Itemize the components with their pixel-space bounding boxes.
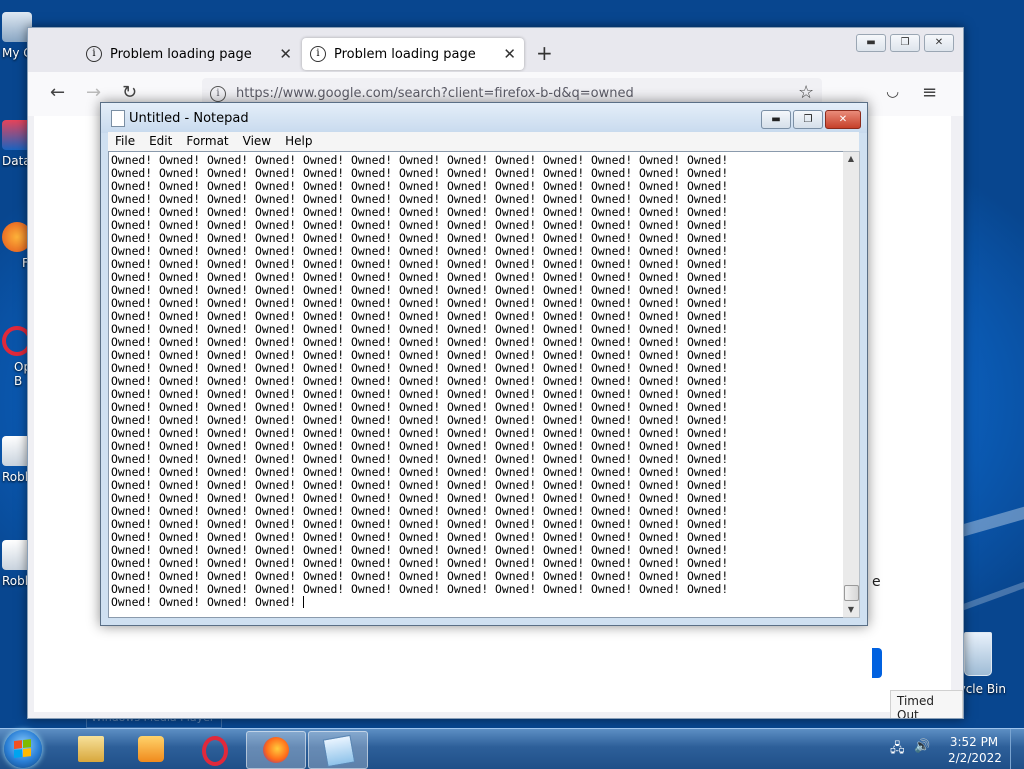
show-desktop-button[interactable] <box>1010 729 1024 769</box>
menu-format[interactable]: Format <box>179 132 235 151</box>
windows-logo-icon <box>14 739 32 759</box>
back-arrow-icon[interactable]: ← <box>50 82 65 103</box>
text-caret <box>303 596 305 608</box>
taskbar-notepad[interactable] <box>308 731 368 769</box>
menu-hamburger-icon[interactable]: ≡ <box>922 82 937 103</box>
notepad-icon <box>111 110 125 127</box>
close-button[interactable]: ✕ <box>825 110 861 129</box>
page-text-fragment: e <box>872 574 881 590</box>
scroll-thumb[interactable] <box>844 585 859 601</box>
info-icon: i <box>210 85 226 102</box>
pocket-icon[interactable]: ◡ <box>886 82 899 100</box>
taskbar-opera[interactable] <box>184 731 242 767</box>
try-again-button[interactable] <box>872 648 882 678</box>
taskbar-media-player[interactable] <box>122 731 180 767</box>
close-tab-icon[interactable]: ✕ <box>503 45 516 63</box>
notepad-title: Untitled - Notepad <box>129 111 249 126</box>
notepad-window: Untitled - Notepad ▬ ❐ ✕ File Edit Format V… <box>100 102 868 626</box>
minimize-button[interactable]: ▬ <box>761 110 791 129</box>
tab-problem-loading-1[interactable]: i Problem loading page ✕ <box>78 38 300 70</box>
menu-view[interactable]: View <box>236 132 278 151</box>
info-icon: i <box>310 46 326 62</box>
menu-help[interactable]: Help <box>278 132 319 151</box>
close-window-button[interactable]: ✕ <box>924 34 954 52</box>
taskbar: 🖧 🔊 3:52 PM 2/2/2022 <box>0 728 1024 769</box>
tab-label: Problem loading page <box>110 46 252 62</box>
tab-label: Problem loading page <box>334 46 476 62</box>
forward-arrow-icon[interactable]: → <box>86 82 101 103</box>
scroll-up-icon[interactable]: ▲ <box>843 152 859 166</box>
close-tab-icon[interactable]: ✕ <box>279 45 292 63</box>
recycle-bin-icon <box>964 632 992 676</box>
notepad-menubar: File Edit Format View Help <box>108 132 859 151</box>
vertical-scrollbar[interactable]: ▲ ▼ <box>843 151 860 618</box>
notepad-icon <box>322 734 356 768</box>
status-timed-out: Timed Out <box>890 690 963 718</box>
notepad-titlebar[interactable]: Untitled - Notepad ▬ ❐ ✕ <box>101 103 867 133</box>
restore-button[interactable]: ❐ <box>890 34 920 52</box>
new-tab-button[interactable]: + <box>536 41 553 65</box>
reload-icon[interactable]: ↻ <box>122 82 137 103</box>
folder-icon <box>78 736 104 762</box>
taskbar-firefox[interactable] <box>246 731 306 769</box>
notepad-text-area[interactable]: Owned! Owned! Owned! Owned! Owned! Owned… <box>108 151 845 618</box>
clock-time: 3:52 PM <box>949 735 999 749</box>
taskbar-explorer[interactable] <box>62 731 120 767</box>
volume-icon[interactable]: 🔊 <box>914 739 930 754</box>
info-icon: i <box>86 46 102 62</box>
clock[interactable]: 3:52 PM 2/2/2022 <box>948 734 1002 766</box>
media-player-icon <box>138 736 164 762</box>
notepad-content: Owned! Owned! Owned! Owned! Owned! Owned… <box>111 153 729 609</box>
scroll-down-icon[interactable]: ▼ <box>843 603 859 617</box>
menu-file[interactable]: File <box>108 132 142 151</box>
tab-problem-loading-2[interactable]: i Problem loading page ✕ <box>302 38 524 70</box>
maximize-button[interactable]: ❐ <box>793 110 823 129</box>
url-text: https://www.google.com/search?client=fir… <box>236 86 634 101</box>
minimize-button[interactable]: ▬ <box>856 34 886 52</box>
opera-icon <box>202 736 228 766</box>
clock-date: 2/2/2022 <box>948 751 1002 765</box>
start-button[interactable] <box>4 730 42 768</box>
network-icon[interactable]: 🖧 <box>890 739 905 761</box>
firefox-icon <box>263 737 289 763</box>
menu-edit[interactable]: Edit <box>142 132 179 151</box>
bookmark-star-icon[interactable]: ☆ <box>798 82 814 103</box>
tab-strip: i Problem loading page ✕ i Problem loadi… <box>28 28 963 72</box>
